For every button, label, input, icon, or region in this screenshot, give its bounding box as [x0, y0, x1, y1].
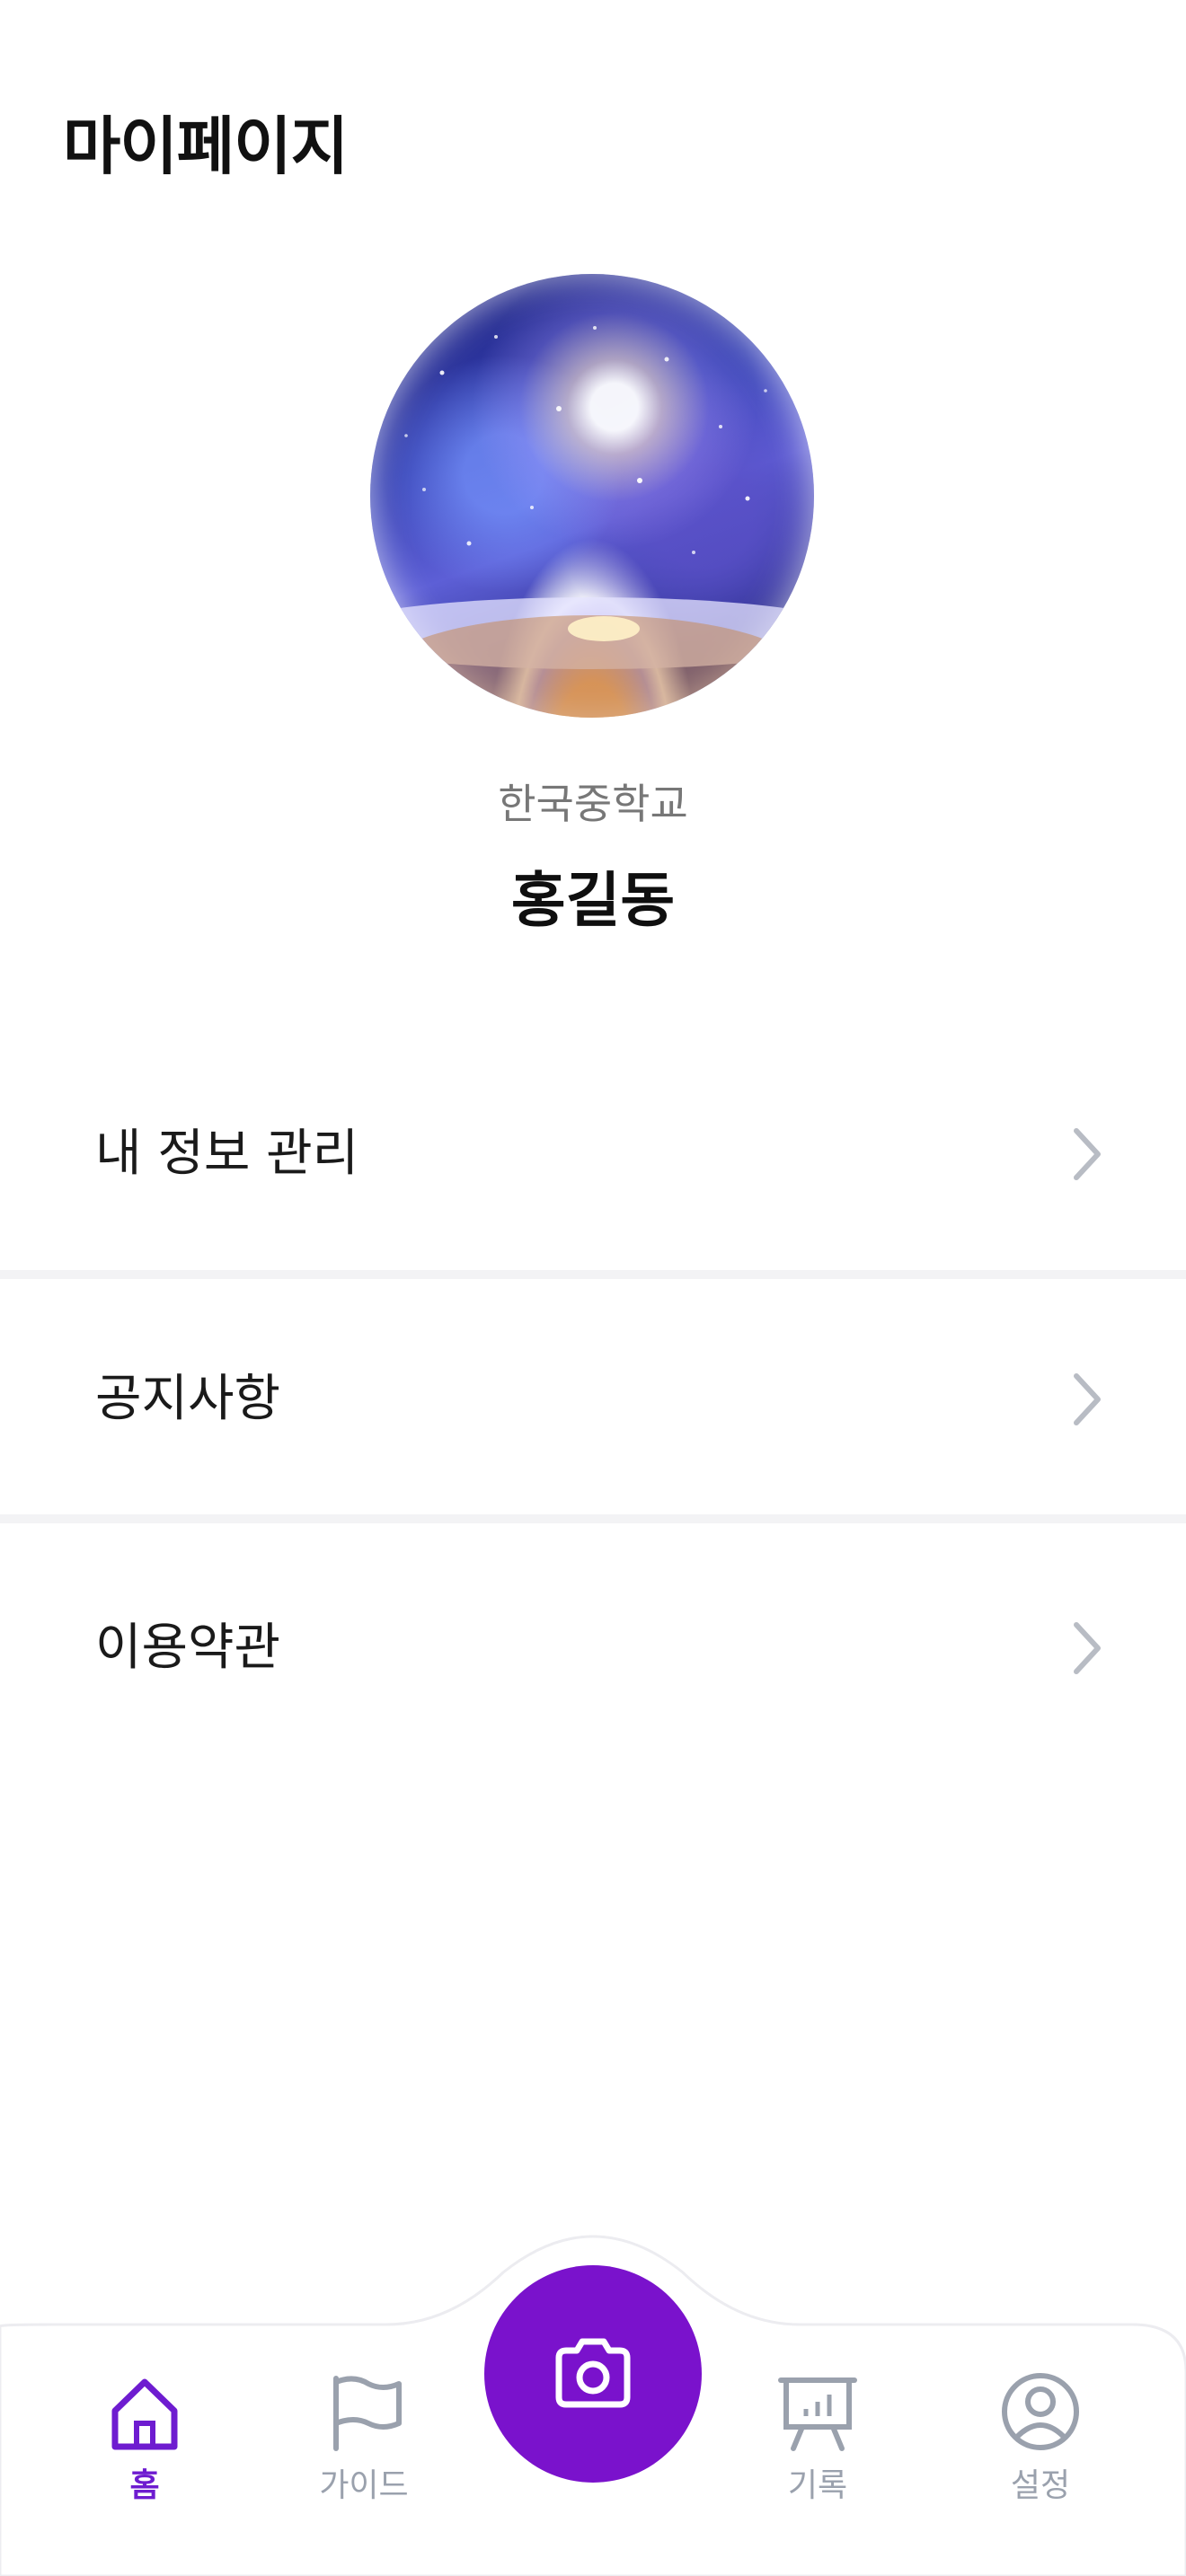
divider — [0, 1514, 1186, 1523]
galaxy-avatar-image — [370, 326, 814, 718]
tab-guide[interactable]: 가이드 — [292, 2371, 436, 2533]
chevron-right-icon — [1074, 1373, 1101, 1425]
tab-label: 가이드 — [319, 2467, 409, 2504]
tab-label: 홈 — [129, 2467, 160, 2504]
chart-board-icon — [778, 2378, 857, 2451]
menu-item-my-info[interactable]: 내 정보 관리 — [0, 1091, 1186, 1217]
tab-home[interactable]: 홈 — [73, 2371, 217, 2533]
school-name: 한국중학교 — [498, 780, 688, 828]
menu-item-terms[interactable]: 이용약관 — [0, 1585, 1186, 1711]
menu-item-label: 공지사항 — [95, 1370, 281, 1428]
divider — [0, 1270, 1186, 1279]
chevron-right-icon — [1074, 1622, 1101, 1674]
tab-record[interactable]: 기록 — [746, 2371, 890, 2533]
flag-icon — [333, 2376, 402, 2451]
user-circle-icon — [1002, 2373, 1079, 2450]
camera-button[interactable] — [484, 2265, 702, 2483]
menu-item-label: 이용약관 — [95, 1619, 281, 1677]
home-icon — [111, 2378, 178, 2450]
tab-settings[interactable]: 설정 — [969, 2371, 1112, 2533]
user-name: 홍길동 — [510, 866, 676, 935]
menu-item-label: 내 정보 관리 — [95, 1125, 359, 1183]
tab-label: 설정 — [1010, 2467, 1071, 2504]
page-title: 마이페이지 — [63, 110, 349, 183]
menu-item-notices[interactable]: 공지사항 — [0, 1337, 1186, 1462]
camera-icon — [555, 2338, 631, 2408]
chevron-right-icon — [1074, 1128, 1101, 1180]
tab-label: 기록 — [787, 2467, 848, 2504]
avatar[interactable] — [370, 274, 814, 718]
